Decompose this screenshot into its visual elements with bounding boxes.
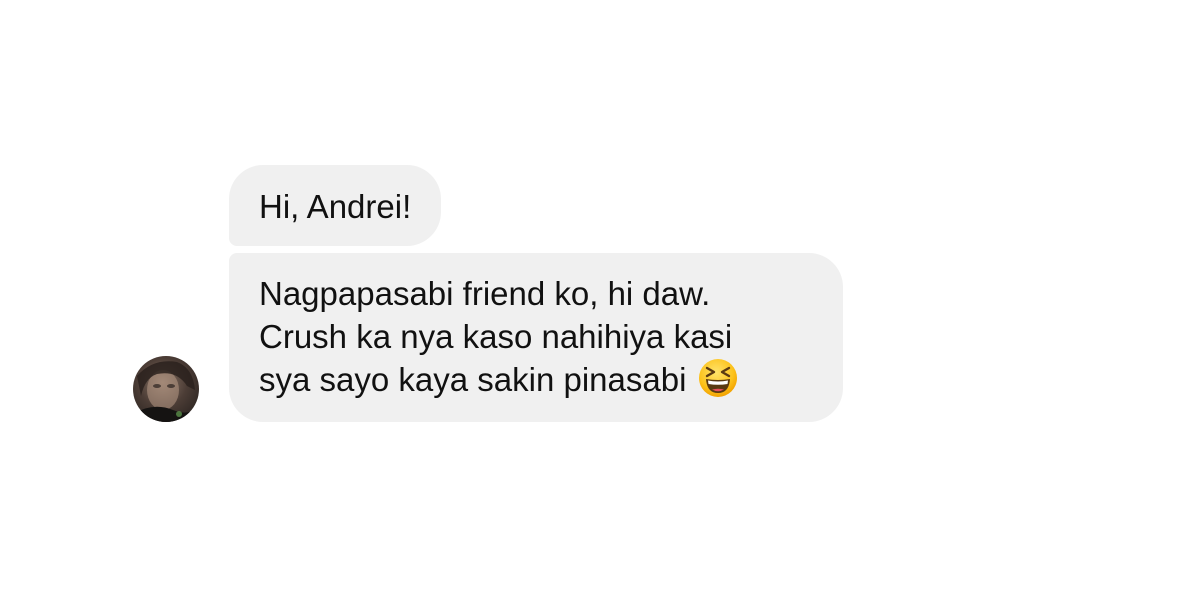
message-bubble[interactable]: Hi, Andrei! [229,165,442,246]
message-bubble[interactable]: Nagpapasabi friend ko, hi daw. Crush ka … [229,253,843,422]
sender-avatar[interactable] [133,356,199,422]
message-text: Hi, Andrei! [259,188,412,225]
message-text: sya sayo kaya sakin pinasabi [259,361,687,398]
grinning-squinting-face-icon [698,358,738,408]
message-text: Crush ka nya kaso nahihiya kasi [259,318,733,355]
message-text: Nagpapasabi friend ko, hi daw. [259,275,711,312]
message-thread: Hi, Andrei! Nagpapasabi friend ko, hi da… [0,0,1200,600]
